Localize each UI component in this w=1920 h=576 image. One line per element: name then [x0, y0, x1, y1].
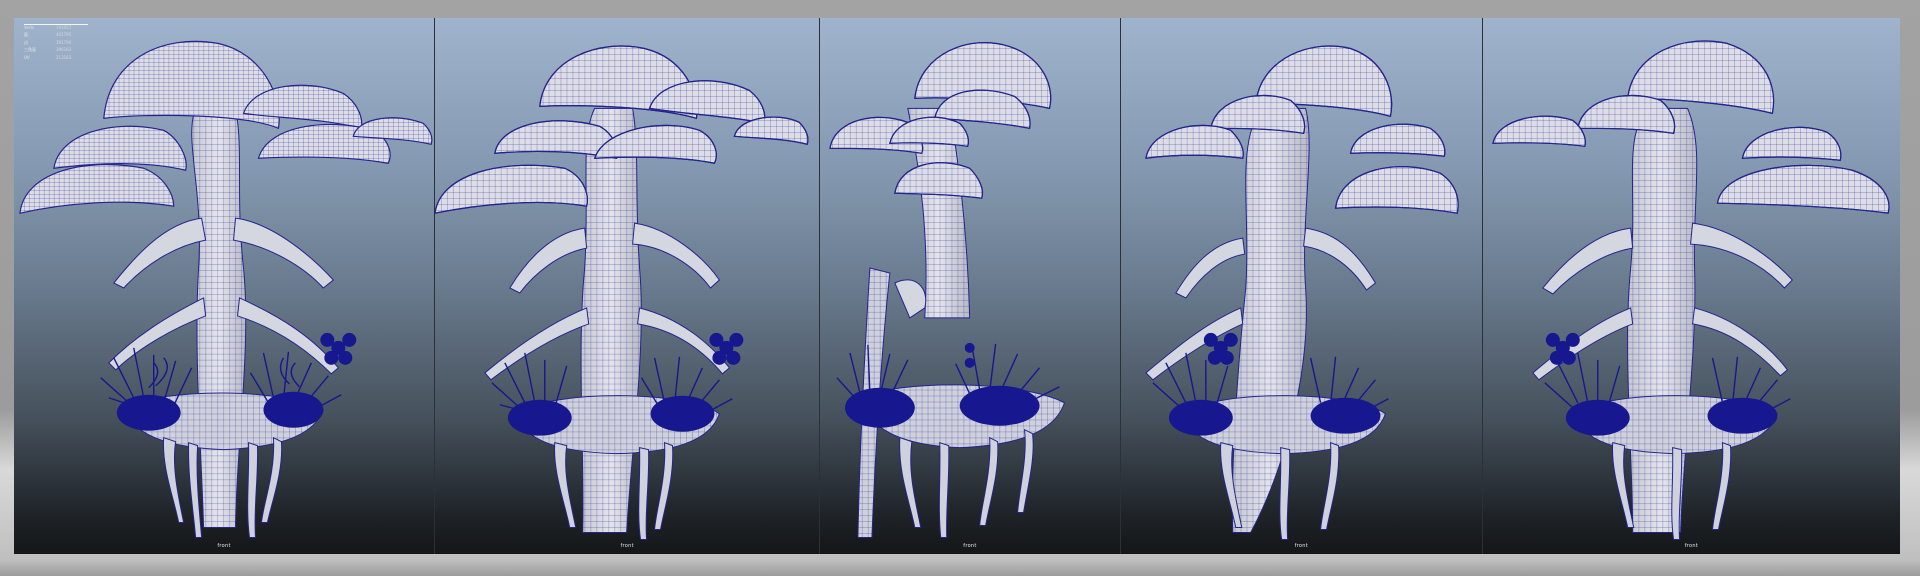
hud-row: 三角面 396183 — [24, 46, 84, 53]
hud-row: UV 213183 — [24, 54, 84, 61]
hud-label: 面 — [24, 32, 28, 38]
poly-count-hud: Verts 193957 面 401795 边 391790 三角面 39618… — [24, 24, 88, 61]
tree-model-front — [19, 40, 433, 538]
hud-row: 面 401795 — [24, 31, 84, 38]
viewport-panel-three-quarter[interactable]: front — [435, 18, 821, 554]
camera-label: front — [620, 543, 634, 549]
turnaround-strip: Verts 193957 面 401795 边 391790 三角面 39618… — [14, 18, 1900, 554]
tree-model-side — [829, 42, 1066, 538]
viewport-panel-back-three-quarter[interactable]: front — [1120, 18, 1483, 554]
camera-label: front — [1684, 543, 1699, 549]
camera-label: front — [1294, 543, 1308, 549]
hud-label: 三角面 — [24, 47, 36, 53]
hud-row: 边 391790 — [24, 39, 84, 46]
viewport-panel-back[interactable]: front — [1482, 18, 1900, 554]
viewport-panel-front[interactable]: Verts 193957 面 401795 边 391790 三角面 39618… — [14, 18, 436, 554]
hud-row: Verts 193957 — [24, 24, 84, 31]
viewport-panel-side[interactable]: front — [820, 18, 1121, 554]
hud-value: 396183 — [56, 47, 72, 53]
camera-label: front — [963, 543, 977, 549]
hud-label: UV — [24, 54, 30, 60]
hud-value: 391790 — [56, 39, 72, 45]
hud-value: 193957 — [56, 25, 72, 30]
hud-value: 213183 — [56, 54, 72, 60]
tree-model-back-three-quarter — [1144, 45, 1459, 540]
hud-label: Verts — [24, 25, 35, 30]
tree-model-three-quarter — [435, 45, 809, 540]
render-sheet: Verts 193957 面 401795 边 391790 三角面 39618… — [0, 0, 1920, 576]
hud-value: 401795 — [56, 32, 72, 38]
hud-label: 边 — [24, 39, 28, 45]
camera-label: front — [217, 543, 231, 549]
hud-divider — [24, 24, 88, 25]
tree-model-back — [1492, 40, 1890, 540]
